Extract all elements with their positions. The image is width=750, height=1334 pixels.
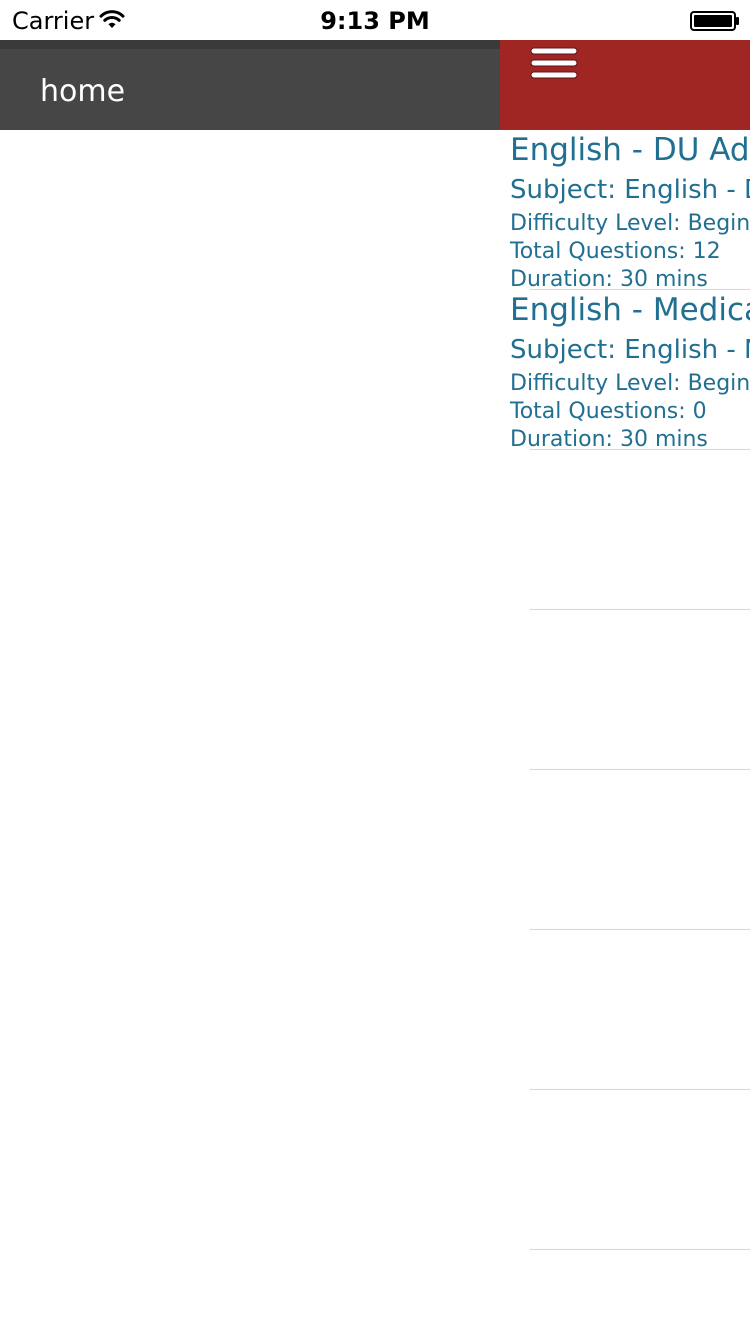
- quiz-title: English - DU Adr: [510, 132, 750, 168]
- status-time: 9:13 PM: [320, 7, 430, 35]
- main-panel: English - DU Adr Subject: English - D Di…: [500, 40, 750, 1334]
- empty-list-row: [500, 930, 750, 1090]
- quiz-subject: Subject: English - D: [510, 175, 750, 205]
- empty-list-row: [500, 610, 750, 770]
- quiz-difficulty: Difficulty Level: Beginn: [510, 211, 750, 236]
- app-screen: Carrier 9:13 PM home English - DU Adr Su…: [0, 0, 750, 1334]
- drawer-item-home[interactable]: home: [40, 75, 125, 109]
- main-header: [500, 40, 750, 130]
- quiz-title: English - Medica: [510, 292, 750, 328]
- list-item[interactable]: English - Medica Subject: English - M Di…: [500, 290, 750, 452]
- hamburger-menu-icon[interactable]: [530, 45, 580, 83]
- quiz-list: English - DU Adr Subject: English - D Di…: [500, 130, 750, 1250]
- quiz-total-questions: Total Questions: 12: [510, 239, 721, 264]
- empty-list-row: [500, 770, 750, 930]
- quiz-difficulty: Difficulty Level: Beginn: [510, 371, 750, 396]
- list-item[interactable]: English - DU Adr Subject: English - D Di…: [500, 130, 750, 292]
- drawer-header: home: [0, 40, 500, 130]
- battery-full-icon: [690, 11, 739, 31]
- status-bar: Carrier 9:13 PM: [0, 0, 750, 40]
- empty-list-row: [500, 450, 750, 610]
- empty-list-row: [500, 1090, 750, 1250]
- quiz-subject: Subject: English - M: [510, 335, 750, 365]
- quiz-total-questions: Total Questions: 0: [510, 399, 707, 424]
- navigation-drawer: home: [0, 40, 500, 1334]
